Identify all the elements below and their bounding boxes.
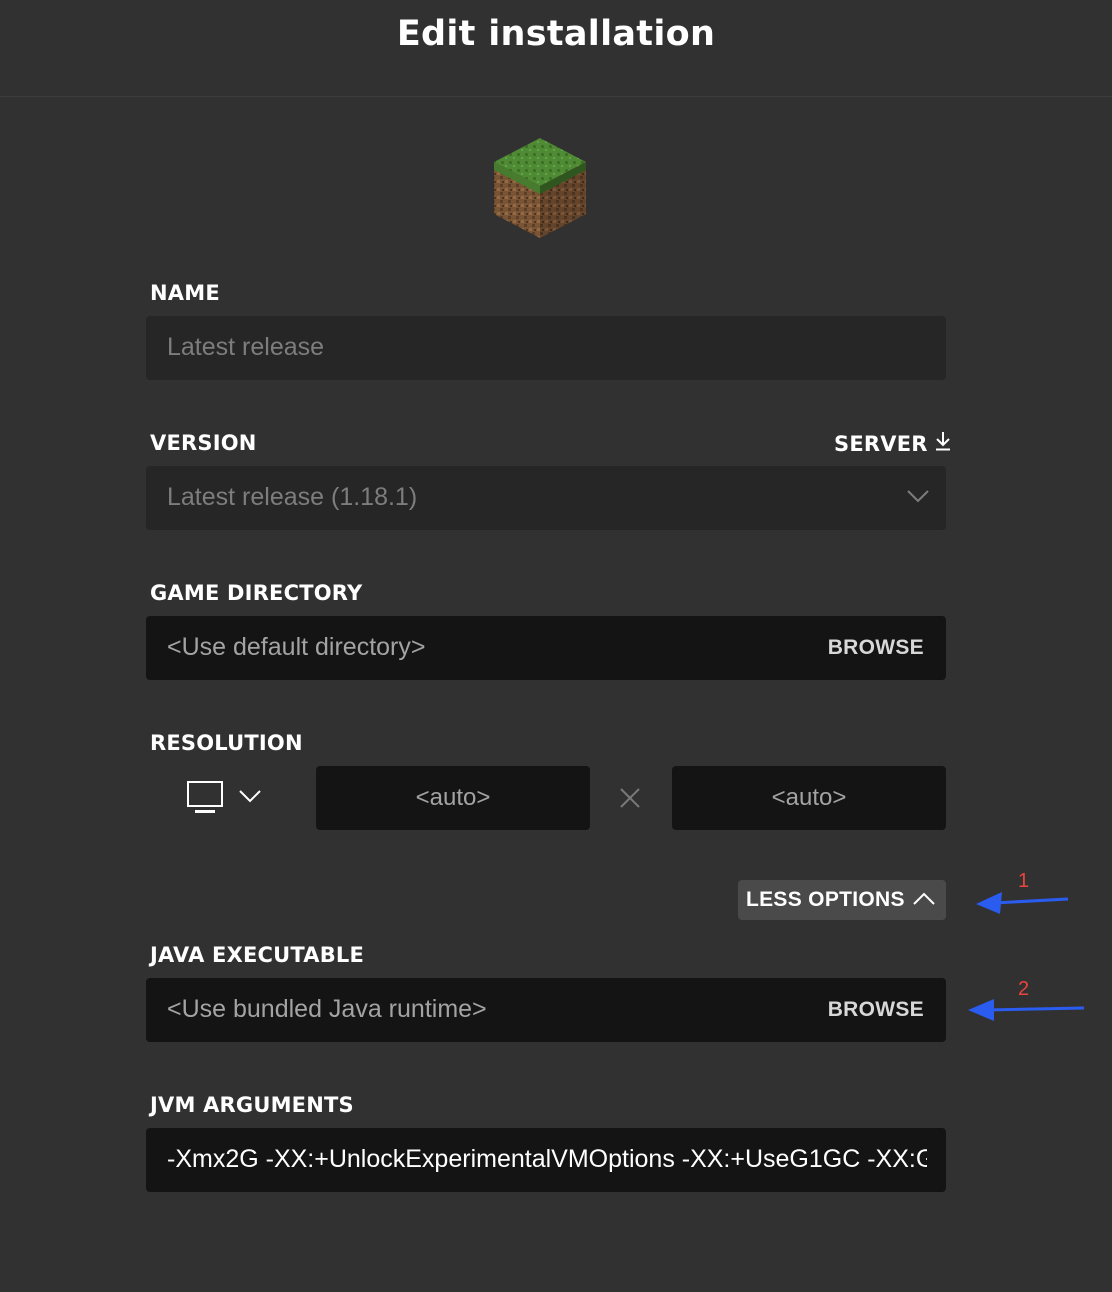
resolution-label: RESOLUTION xyxy=(150,731,303,755)
chevron-up-icon xyxy=(913,888,935,912)
annotation-arrow-icon xyxy=(966,996,1086,1031)
chevron-down-icon xyxy=(906,488,930,509)
java-executable-browse-button[interactable]: BROWSE xyxy=(828,998,924,1022)
jvm-arguments-input[interactable]: -Xmx2G -XX:+UnlockExperimentalVMOptions … xyxy=(146,1128,946,1192)
jvm-arguments-value: -Xmx2G -XX:+UnlockExperimentalVMOptions … xyxy=(167,1145,927,1173)
game-directory-browse-button[interactable]: BROWSE xyxy=(828,636,924,660)
resolution-width-input[interactable]: <auto> xyxy=(316,766,590,830)
java-executable-label: JAVA EXECUTABLE xyxy=(150,943,365,967)
chevron-down-icon xyxy=(238,788,262,809)
download-icon xyxy=(934,431,952,456)
name-label: NAME xyxy=(150,281,220,305)
game-directory-field[interactable]: <Use default directory> BROWSE xyxy=(146,616,946,680)
resolution-height-input[interactable]: <auto> xyxy=(672,766,946,830)
jvm-arguments-label: JVM ARGUMENTS xyxy=(150,1093,354,1117)
server-label: SERVER xyxy=(834,431,928,456)
game-directory-label: GAME DIRECTORY xyxy=(150,581,363,605)
name-input-placeholder: Latest release xyxy=(167,333,325,361)
grass-block-icon[interactable] xyxy=(492,136,588,240)
name-input[interactable]: Latest release xyxy=(146,316,946,380)
java-executable-value: <Use bundled Java runtime> xyxy=(167,995,487,1023)
game-directory-value: <Use default directory> xyxy=(167,633,426,661)
dialog-header: Edit installation xyxy=(0,0,1112,97)
monitor-icon xyxy=(186,780,226,821)
page-title: Edit installation xyxy=(396,14,716,54)
server-download-link[interactable]: SERVER xyxy=(834,431,952,456)
version-select[interactable]: Latest release (1.18.1) xyxy=(146,466,946,530)
less-options-label: LESS OPTIONS xyxy=(746,888,905,911)
java-executable-field[interactable]: <Use bundled Java runtime> BROWSE xyxy=(146,978,946,1042)
less-options-button[interactable]: LESS OPTIONS xyxy=(738,880,946,920)
close-icon xyxy=(620,788,640,813)
version-label: VERSION xyxy=(150,431,257,455)
version-selected-value: Latest release (1.18.1) xyxy=(167,483,418,511)
resolution-preset-dropdown[interactable] xyxy=(186,780,266,816)
annotation-arrow-icon xyxy=(974,888,1070,923)
